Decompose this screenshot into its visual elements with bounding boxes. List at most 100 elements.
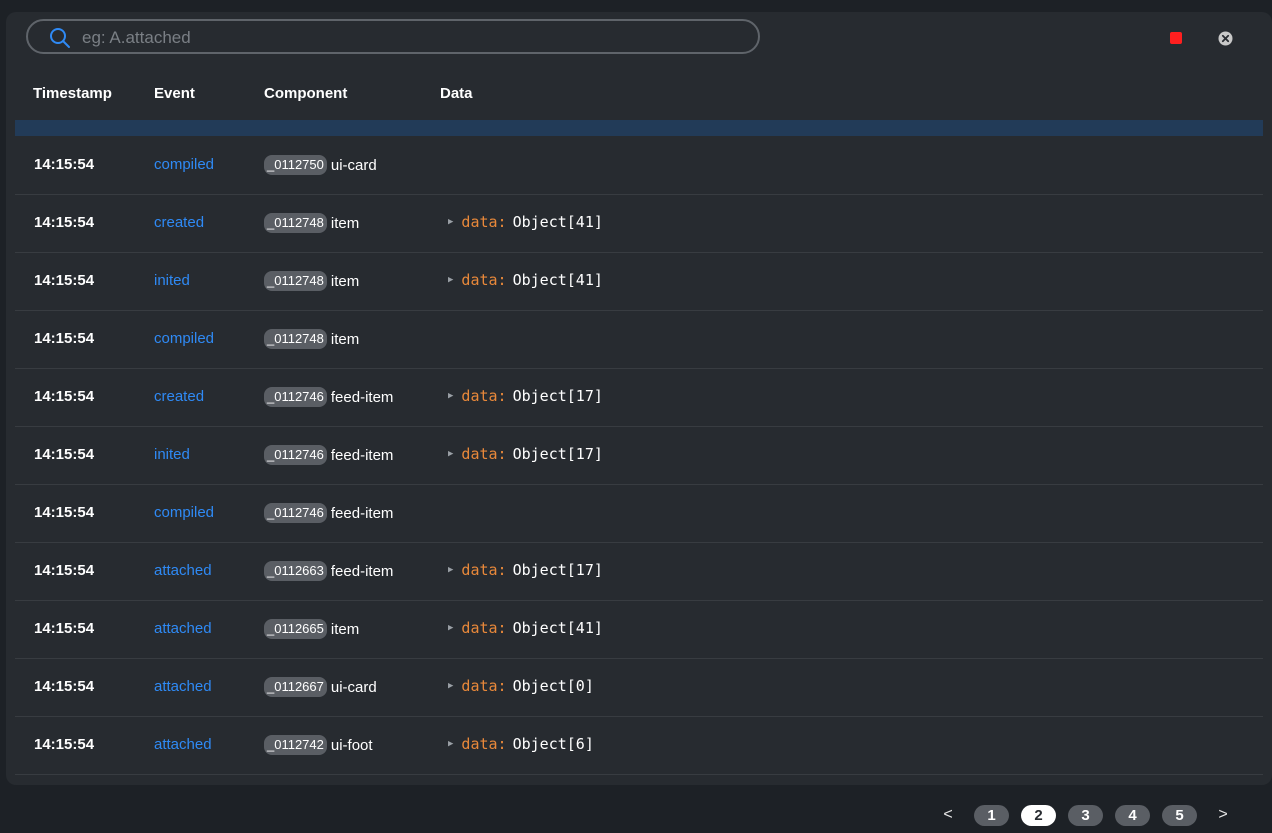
data-key: data xyxy=(461,387,498,405)
component-id-badge: _0112750 xyxy=(264,155,327,175)
component-name: feed-item xyxy=(330,562,394,580)
row-event-link[interactable]: attached xyxy=(154,678,212,695)
data-value: Object[6] xyxy=(512,735,594,753)
component-name: ui-card xyxy=(330,678,377,696)
expand-triangle-icon[interactable]: ▶ xyxy=(448,565,453,575)
table-row[interactable]: 14:15:54 attached _0112667 ui-card ▶ data:… xyxy=(15,659,1263,717)
expand-triangle-icon[interactable]: ▶ xyxy=(448,449,453,459)
page-button-5[interactable]: 5 xyxy=(1162,804,1197,826)
data-colon: : xyxy=(497,387,507,405)
table-row[interactable]: 14:15:54 created _0112748 item ▶ data: Obje… xyxy=(15,195,1263,253)
component-id-badge: _0112748 xyxy=(264,271,327,291)
component-id-badge: _0112667 xyxy=(264,677,327,697)
table-row[interactable]: 14:15:54 compiled _0112750 ui-card xyxy=(15,137,1263,195)
data-value: Object[41] xyxy=(512,619,603,637)
table-row[interactable]: 14:15:54 created _0112746 feed-item ▶ data… xyxy=(15,369,1263,427)
row-data-expander[interactable]: ▶ data: Object[17] xyxy=(448,561,603,579)
row-component: _0112746 feed-item xyxy=(264,503,393,523)
component-name: item xyxy=(330,620,360,638)
pagination-spacer xyxy=(1203,804,1211,826)
component-id-badge: _0112748 xyxy=(264,329,327,349)
row-timestamp: 14:15:54 xyxy=(34,446,95,463)
row-component: _0112748 item xyxy=(264,271,359,291)
data-colon: : xyxy=(497,445,507,463)
data-key: data xyxy=(461,213,498,231)
expand-triangle-icon[interactable]: ▶ xyxy=(448,275,453,285)
expand-triangle-icon[interactable]: ▶ xyxy=(448,623,453,633)
component-name: ui-card xyxy=(330,156,377,174)
row-event-link[interactable]: attached xyxy=(154,736,212,753)
row-component: _0112746 feed-item xyxy=(264,445,393,465)
row-data-expander[interactable]: ▶ data: Object[41] xyxy=(448,213,603,231)
data-colon: : xyxy=(497,561,507,579)
component-id-badge: _0112742 xyxy=(264,735,327,755)
row-event-link[interactable]: attached xyxy=(154,562,212,579)
table-row[interactable]: 14:15:54 attached _0112665 item ▶ data: Obj… xyxy=(15,601,1263,659)
pagination: < 1 2 3 4 5 > xyxy=(936,804,1235,826)
page-button-1[interactable]: 1 xyxy=(974,804,1009,826)
data-value: Object[0] xyxy=(512,677,594,695)
data-colon: : xyxy=(497,735,507,753)
column-header-event: Event xyxy=(154,85,195,102)
row-timestamp: 14:15:54 xyxy=(34,388,95,405)
row-component: _0112748 item xyxy=(264,213,359,233)
search-box[interactable] xyxy=(26,19,760,54)
row-data-expander[interactable]: ▶ data: Object[6] xyxy=(448,735,594,753)
expand-triangle-icon[interactable]: ▶ xyxy=(448,739,453,749)
data-key: data xyxy=(461,271,498,289)
row-event-link[interactable]: created xyxy=(154,388,204,405)
row-event-link[interactable]: attached xyxy=(154,620,212,637)
table-header: Timestamp Event Component Data xyxy=(6,78,1272,108)
expand-triangle-icon[interactable]: ▶ xyxy=(448,681,453,691)
table-row[interactable]: 14:15:54 inited _0112746 feed-item ▶ data:… xyxy=(15,427,1263,485)
row-timestamp: 14:15:54 xyxy=(34,272,95,289)
data-colon: : xyxy=(497,677,507,695)
table-row[interactable]: 14:15:54 attached _0112742 ui-foot ▶ data:… xyxy=(15,717,1263,775)
row-data-expander[interactable]: ▶ data: Object[17] xyxy=(448,387,603,405)
column-header-data: Data xyxy=(440,85,473,102)
expand-triangle-icon[interactable]: ▶ xyxy=(448,391,453,401)
row-data-expander[interactable]: ▶ data: Object[41] xyxy=(448,271,603,289)
page-button-2-current[interactable]: 2 xyxy=(1021,804,1056,826)
next-page-chevron-right-icon[interactable]: > xyxy=(1211,804,1235,826)
data-key: data xyxy=(461,677,498,695)
selected-row-highlight[interactable] xyxy=(15,120,1263,136)
data-value: Object[17] xyxy=(512,561,603,579)
component-id-badge: _0112665 xyxy=(264,619,327,639)
table-row[interactable]: 14:15:54 attached _0112663 feed-item ▶ dat… xyxy=(15,543,1263,601)
row-timestamp: 14:15:54 xyxy=(34,330,95,347)
table-row[interactable]: 14:15:54 inited _0112748 item ▶ data: Objec… xyxy=(15,253,1263,311)
search-input[interactable] xyxy=(80,24,744,52)
pagination-spacer xyxy=(960,804,968,826)
data-key: data xyxy=(461,445,498,463)
row-data-expander[interactable]: ▶ data: Object[17] xyxy=(448,445,603,463)
component-id-badge: _0112748 xyxy=(264,213,327,233)
row-event-link[interactable]: compiled xyxy=(154,504,214,521)
prev-page-chevron-left-icon[interactable]: < xyxy=(936,804,960,826)
data-colon: : xyxy=(497,271,507,289)
row-timestamp: 14:15:54 xyxy=(34,562,95,579)
data-key: data xyxy=(461,619,498,637)
data-colon: : xyxy=(497,619,507,637)
row-component: _0112746 feed-item xyxy=(264,387,393,407)
stop-recording-button[interactable] xyxy=(1170,32,1182,44)
table-row[interactable]: 14:15:54 compiled _0112746 feed-item xyxy=(15,485,1263,543)
data-value: Object[41] xyxy=(512,271,603,289)
row-event-link[interactable]: compiled xyxy=(154,330,214,347)
event-log-panel: Timestamp Event Component Data 14:15:54 … xyxy=(6,12,1272,785)
row-data-expander[interactable]: ▶ data: Object[0] xyxy=(448,677,594,695)
row-component: _0112748 item xyxy=(264,329,359,349)
row-event-link[interactable]: created xyxy=(154,214,204,231)
clear-circle-x-icon[interactable] xyxy=(1218,31,1233,46)
page-button-3[interactable]: 3 xyxy=(1068,804,1103,826)
row-event-link[interactable]: inited xyxy=(154,446,190,463)
row-data-expander[interactable]: ▶ data: Object[41] xyxy=(448,619,603,637)
row-event-link[interactable]: inited xyxy=(154,272,190,289)
row-event-link[interactable]: compiled xyxy=(154,156,214,173)
table-row[interactable]: 14:15:54 compiled _0112748 item xyxy=(15,311,1263,369)
row-component: _0112663 feed-item xyxy=(264,561,393,581)
expand-triangle-icon[interactable]: ▶ xyxy=(448,217,453,227)
data-colon: : xyxy=(497,213,507,231)
data-value: Object[17] xyxy=(512,387,603,405)
page-button-4[interactable]: 4 xyxy=(1115,804,1150,826)
